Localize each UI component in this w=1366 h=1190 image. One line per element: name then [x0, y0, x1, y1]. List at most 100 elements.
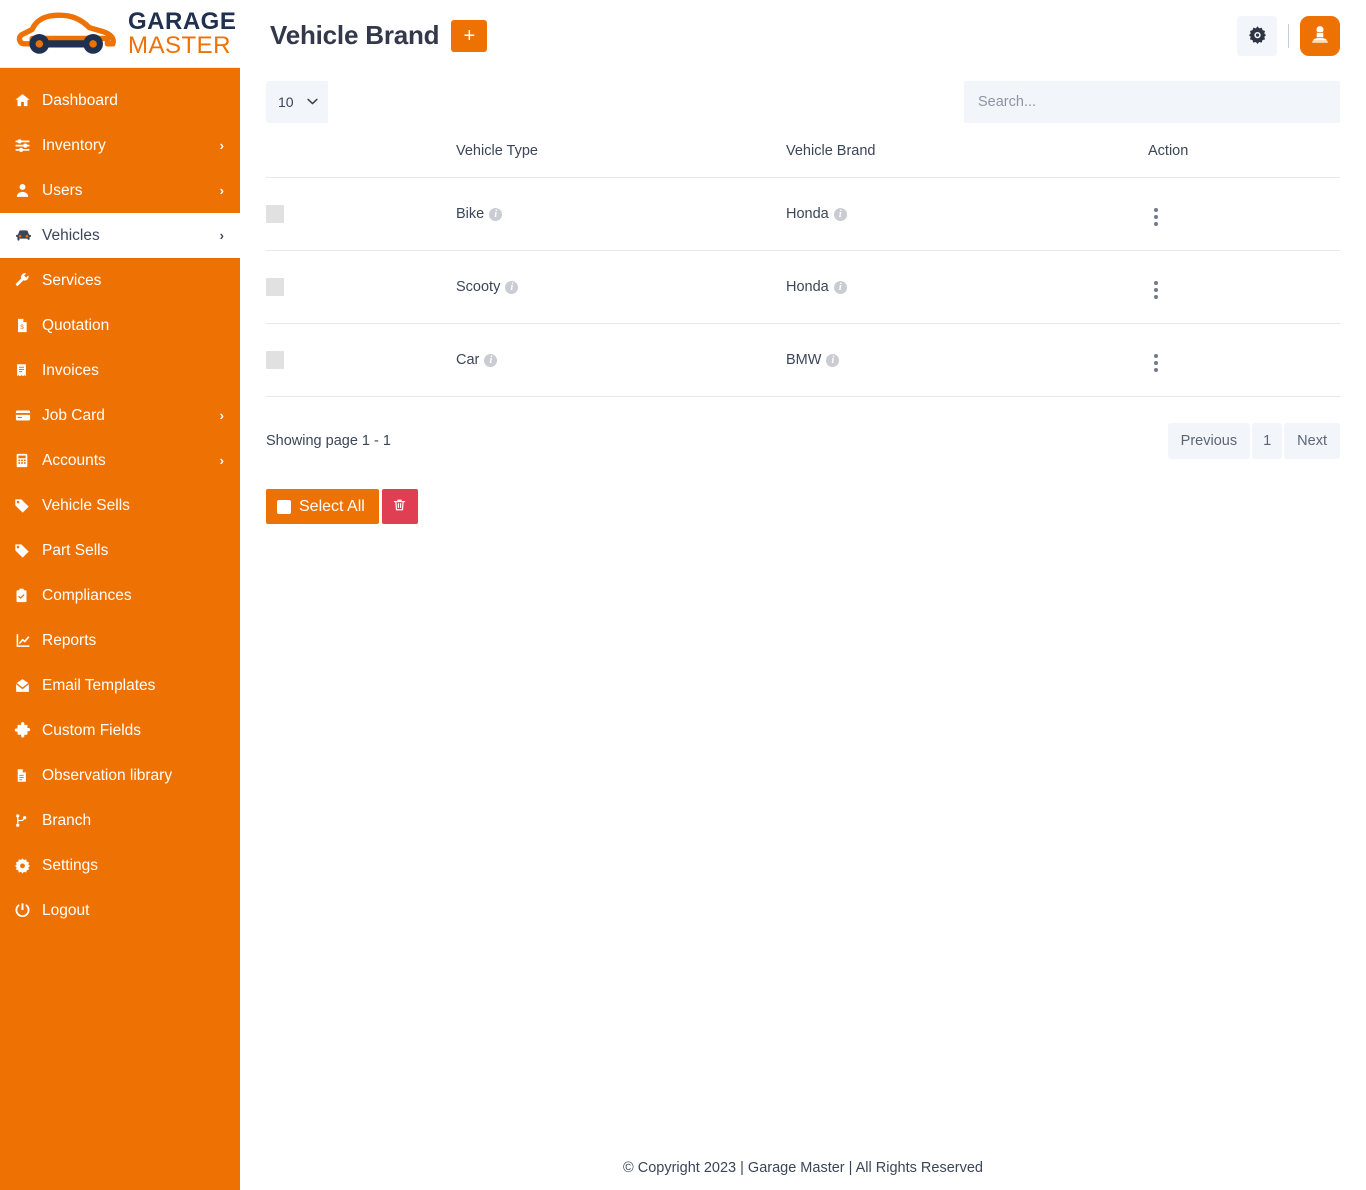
chevron-right-icon: › — [220, 454, 224, 467]
pagination-page-1-button[interactable]: 1 — [1252, 423, 1282, 459]
top-header: Vehicle Brand + — [240, 0, 1366, 71]
sidebar-item-reports[interactable]: Reports — [0, 618, 240, 663]
tag-icon — [14, 496, 40, 516]
select-all-checkbox-icon — [277, 500, 291, 514]
power-icon — [14, 901, 40, 921]
table-footer: Showing page 1 - 1 Previous 1 Next — [266, 397, 1340, 459]
vehicle-type-value: Car — [456, 352, 479, 368]
calculator-icon — [14, 451, 40, 471]
add-vehicle-brand-button[interactable]: + — [451, 20, 487, 52]
vehicle-type-value: Scooty — [456, 279, 500, 295]
sidebar-item-vehicle-sells[interactable]: Vehicle Sells — [0, 483, 240, 528]
sidebar-item-observation-library[interactable]: Observation library — [0, 753, 240, 798]
sidebar-item-vehicles[interactable]: Vehicles › — [0, 213, 240, 258]
copyright-text: © Copyright 2023 | Garage Master | All R… — [623, 1160, 983, 1176]
sidebar-item-email-templates[interactable]: Email Templates — [0, 663, 240, 708]
receipt-icon — [14, 361, 40, 381]
sidebar-item-label: Compliances — [40, 587, 224, 605]
table-toolbar: 10 — [266, 71, 1340, 133]
sidebar-item-label: Custom Fields — [40, 722, 224, 740]
quote-file-icon: $ — [14, 316, 40, 336]
sidebar-item-label: Quotation — [40, 317, 224, 335]
brand-logo[interactable]: GARAGE MASTER — [0, 0, 240, 68]
settings-button[interactable] — [1237, 16, 1277, 56]
sidebar-item-label: Inventory — [40, 137, 220, 155]
brand-logo-line1: GARAGE — [128, 10, 236, 34]
sidebar-item-settings[interactable]: Settings — [0, 843, 240, 888]
sidebar-item-logout[interactable]: Logout — [0, 888, 240, 933]
table-row: Scootyi Hondai — [266, 251, 1340, 324]
car-icon — [14, 226, 40, 246]
sidebar-item-compliances[interactable]: Compliances — [0, 573, 240, 618]
sidebar-item-custom-fields[interactable]: Custom Fields — [0, 708, 240, 753]
sidebar-item-label: Reports — [40, 632, 224, 650]
row-actions-menu-button[interactable] — [1148, 352, 1164, 374]
select-all-button[interactable]: Select All — [266, 489, 379, 524]
home-icon — [14, 91, 40, 111]
sidebar-item-accounts[interactable]: Accounts › — [0, 438, 240, 483]
sidebar-item-part-sells[interactable]: Part Sells — [0, 528, 240, 573]
info-icon[interactable]: i — [489, 208, 502, 221]
bulk-actions: Select All — [266, 489, 1340, 524]
sidebar-item-inventory[interactable]: Inventory › — [0, 123, 240, 168]
sidebar-item-label: Branch — [40, 812, 224, 830]
pagination-previous-button[interactable]: Previous — [1168, 423, 1250, 459]
sidebar-item-label: Invoices — [40, 362, 224, 380]
chevron-right-icon: › — [220, 229, 224, 242]
main-content: 10 Vehicle Type Vehicle Brand Action — [240, 71, 1366, 1190]
page-length-select[interactable]: 10 — [266, 81, 328, 123]
puzzle-icon — [14, 721, 40, 741]
column-header-vehicle-brand: Vehicle Brand — [786, 133, 1148, 178]
info-icon[interactable]: i — [484, 354, 497, 367]
app-root: GARAGE MASTER Dashboard Inv — [0, 0, 1366, 1190]
sidebar-item-job-card[interactable]: Job Card › — [0, 393, 240, 438]
search-input[interactable] — [964, 81, 1340, 123]
row-checkbox[interactable] — [266, 278, 284, 296]
pagination-next-button[interactable]: Next — [1284, 423, 1340, 459]
chart-line-icon — [14, 631, 40, 651]
sidebar-item-invoices[interactable]: Invoices — [0, 348, 240, 393]
sidebar-item-branch[interactable]: Branch — [0, 798, 240, 843]
row-action-cell — [1148, 178, 1340, 251]
row-action-cell — [1148, 251, 1340, 324]
clipboard-check-icon — [14, 586, 40, 606]
info-icon[interactable]: i — [834, 208, 847, 221]
wrench-icon — [14, 271, 40, 291]
table-row: Cari BMWi — [266, 324, 1340, 397]
showing-info: Showing page 1 - 1 — [266, 433, 391, 449]
chevron-right-icon: › — [220, 409, 224, 422]
row-checkbox[interactable] — [266, 205, 284, 223]
info-icon[interactable]: i — [834, 281, 847, 294]
car-wrench-logo-icon — [14, 8, 122, 60]
avatar[interactable] — [1300, 16, 1340, 56]
row-vehicle-brand-cell: Hondai — [786, 178, 1148, 251]
sidebar-item-label: Vehicle Sells — [40, 497, 224, 515]
page-length-value: 10 — [278, 94, 294, 110]
tag-icon — [14, 541, 40, 561]
sidebar-item-quotation[interactable]: $ Quotation — [0, 303, 240, 348]
chevron-right-icon: › — [220, 184, 224, 197]
sidebar-item-label: Dashboard — [40, 92, 224, 110]
sidebar-item-label: Users — [40, 182, 220, 200]
vehicle-brand-table: Vehicle Type Vehicle Brand Action Bikei … — [266, 133, 1340, 397]
delete-selected-button[interactable] — [382, 489, 418, 524]
card-icon — [14, 406, 40, 426]
sidebar-item-services[interactable]: Services — [0, 258, 240, 303]
sidebar-item-dashboard[interactable]: Dashboard — [0, 78, 240, 123]
sidebar: GARAGE MASTER Dashboard Inv — [0, 0, 240, 1190]
row-checkbox[interactable] — [266, 351, 284, 369]
gear-icon — [14, 856, 40, 876]
row-actions-menu-button[interactable] — [1148, 279, 1164, 301]
column-header-action: Action — [1148, 133, 1340, 178]
sidebar-item-label: Logout — [40, 902, 224, 920]
info-icon[interactable]: i — [505, 281, 518, 294]
row-select-cell — [266, 324, 456, 397]
chevron-right-icon: › — [220, 139, 224, 152]
row-vehicle-type-cell: Scootyi — [456, 251, 786, 324]
trash-icon — [392, 497, 407, 516]
vehicle-type-value: Bike — [456, 206, 484, 222]
row-actions-menu-button[interactable] — [1148, 206, 1164, 228]
row-action-cell — [1148, 324, 1340, 397]
info-icon[interactable]: i — [826, 354, 839, 367]
sidebar-item-users[interactable]: Users › — [0, 168, 240, 213]
